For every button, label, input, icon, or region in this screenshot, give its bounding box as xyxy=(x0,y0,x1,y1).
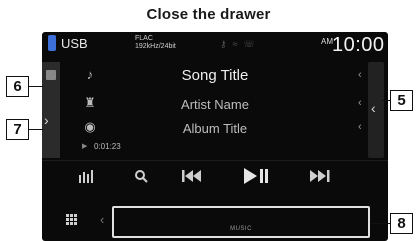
callout-7: 7 xyxy=(6,119,29,140)
next-icon[interactable] xyxy=(310,170,330,182)
play-pause-icon[interactable] xyxy=(244,168,268,184)
search-icon[interactable] xyxy=(134,169,148,183)
elapsed-time: 0:01:23 xyxy=(94,142,121,151)
status-icons: ⚷≈☏ xyxy=(220,39,261,50)
callout-6: 6 xyxy=(6,76,29,97)
artist-more-icon[interactable]: ‹ xyxy=(358,97,362,109)
album-row[interactable]: ◉ Album Title ‹ xyxy=(42,114,388,142)
source-label: USB xyxy=(61,36,88,51)
grid-menu-icon[interactable] xyxy=(66,214,78,226)
clock-time: 10:00 xyxy=(332,34,385,56)
album-title: Album Title xyxy=(182,121,248,136)
drawer-label: MUSIC xyxy=(230,226,252,232)
status-bar: USB FLAC 192kHz/24bit ⚷≈☏ AM 10:00 xyxy=(42,32,388,56)
page-heading: Close the drawer xyxy=(146,6,271,23)
callout-5: 5 xyxy=(390,90,413,111)
song-title-row[interactable]: ♪ Song Title ‹ xyxy=(42,62,388,90)
bottom-drawer-area[interactable]: MUSIC xyxy=(112,206,370,238)
callout-7-line xyxy=(29,129,43,130)
key-icon: ⚷ xyxy=(220,39,233,49)
playback-controls xyxy=(42,160,388,191)
signal-icon: ≈ xyxy=(232,39,244,49)
audio-format: FLAC 192kHz/24bit xyxy=(135,35,176,51)
head-unit-screen: USB FLAC 192kHz/24bit ⚷≈☏ AM 10:00 › ‹ ♪… xyxy=(42,32,388,241)
callout-8: 8 xyxy=(390,213,413,234)
callout-5-line xyxy=(382,100,390,101)
title-more-icon[interactable]: ‹ xyxy=(358,69,362,81)
equalizer-icon[interactable] xyxy=(78,169,94,183)
callout-8-line xyxy=(370,223,390,224)
format-codec: FLAC xyxy=(135,35,153,42)
bottom-bar: ‹ MUSIC xyxy=(42,204,388,241)
artist-name: Artist Name xyxy=(181,97,249,112)
callout-6-line xyxy=(29,86,43,87)
usb-source-icon xyxy=(48,35,56,51)
format-rate: 192kHz/24bit xyxy=(135,43,176,50)
drawer-chevron-icon[interactable]: ‹ xyxy=(100,212,104,227)
progress-area: ▶ 0:01:23 xyxy=(82,141,342,155)
album-more-icon[interactable]: ‹ xyxy=(358,121,362,133)
phone-icon: ☏ xyxy=(243,39,261,49)
song-title: Song Title xyxy=(181,67,249,84)
play-indicator-icon: ▶ xyxy=(82,143,88,150)
previous-icon[interactable] xyxy=(182,170,202,182)
